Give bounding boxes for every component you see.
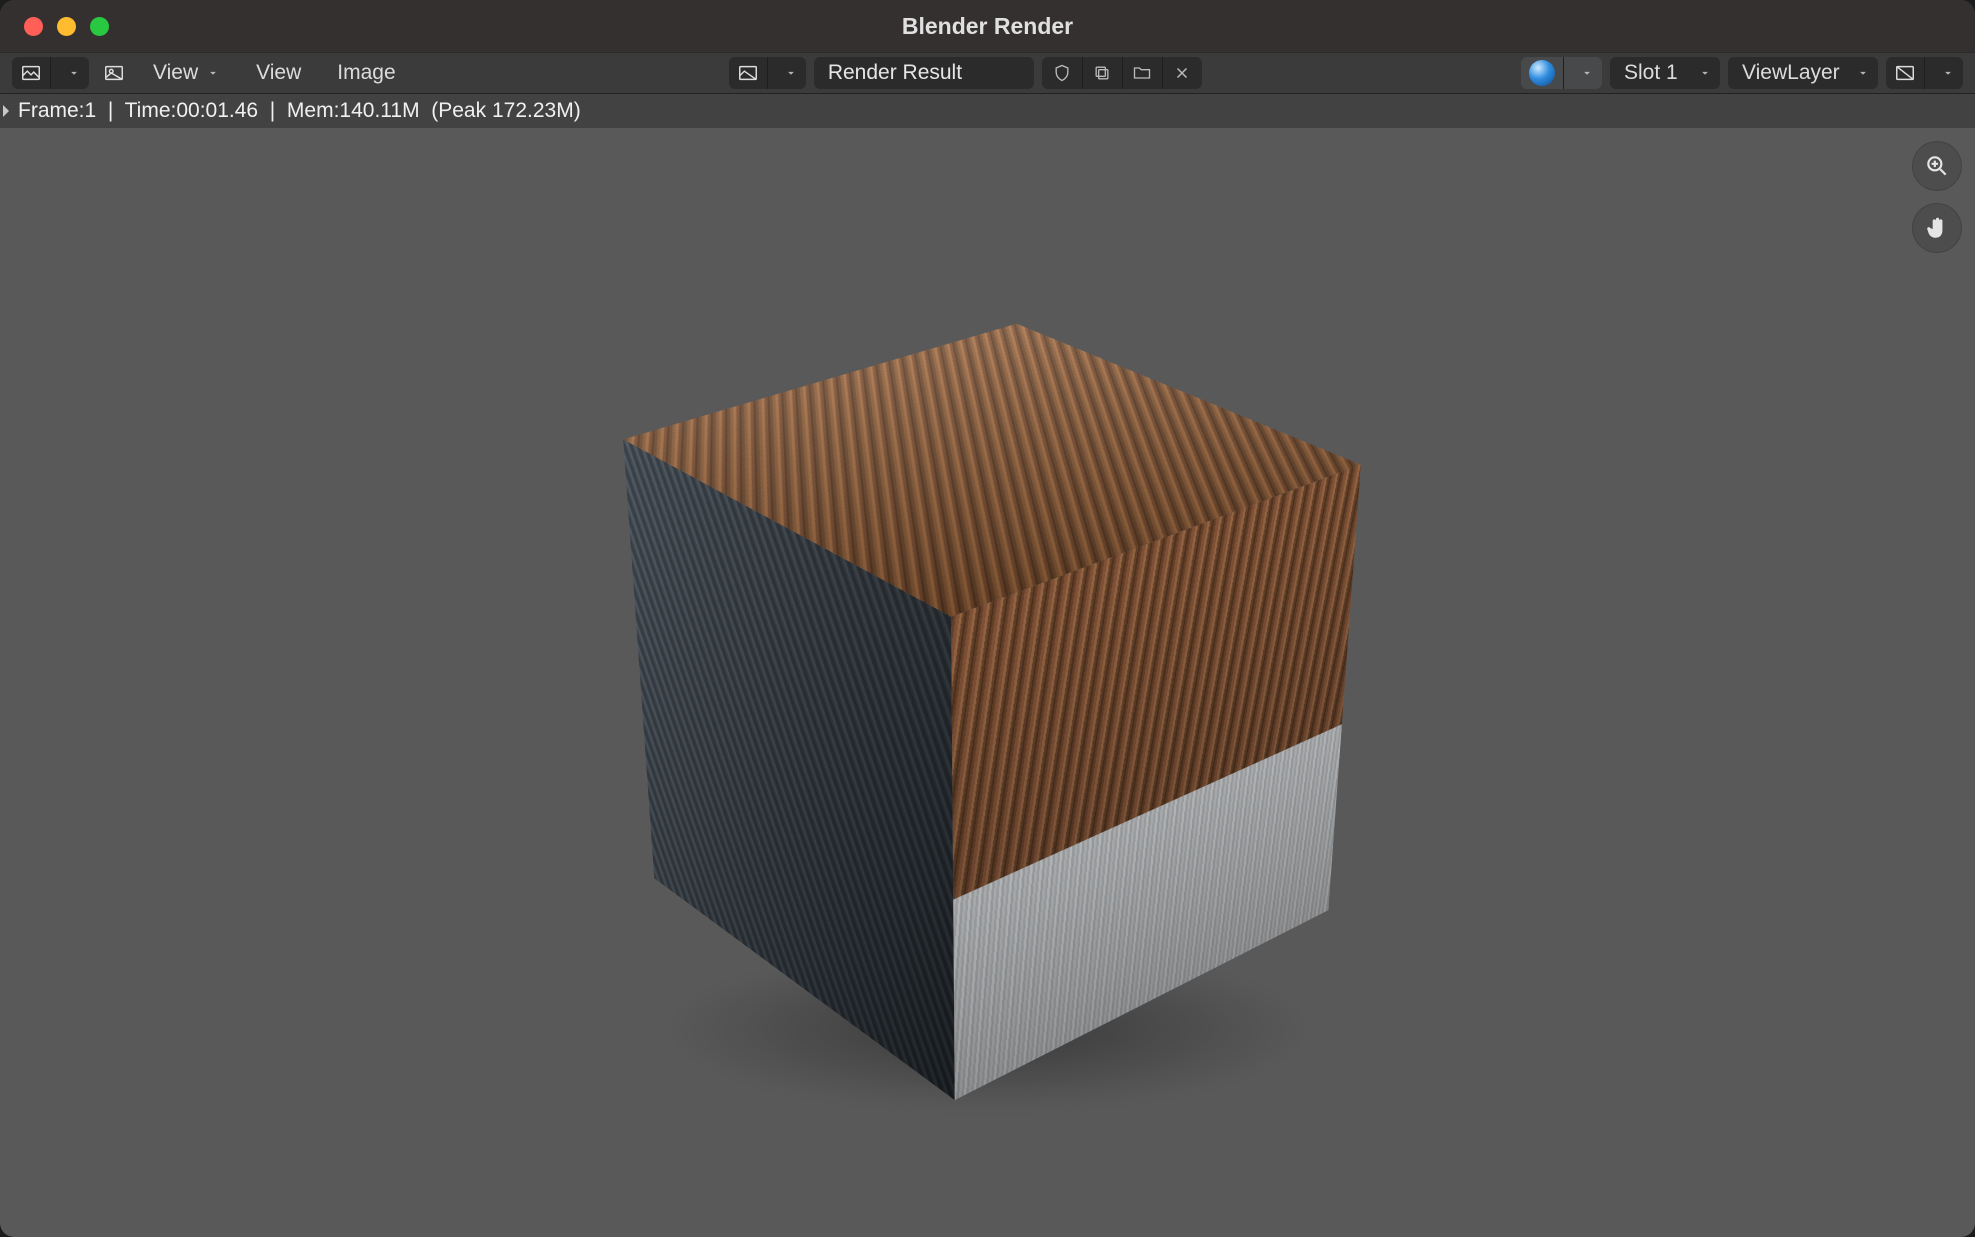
- editor-type-dropdown[interactable]: [12, 57, 89, 89]
- menu-view-2-label: View: [256, 61, 301, 85]
- image-browse-icon: [737, 62, 759, 84]
- window-maximize-button[interactable]: [90, 17, 109, 36]
- image-editor-icon: [20, 62, 42, 84]
- slot-dropdown[interactable]: Slot 1: [1610, 57, 1720, 89]
- display-channels-icon: [1894, 62, 1916, 84]
- render-viewport[interactable]: [0, 128, 1975, 1237]
- chevron-down-icon: [1580, 66, 1594, 80]
- copy-icon: [1092, 63, 1112, 83]
- render-result: [738, 433, 1238, 933]
- close-icon: [1173, 64, 1191, 82]
- window-close-button[interactable]: [24, 17, 43, 36]
- rendered-cube: [775, 389, 1177, 981]
- toolbar-toggle[interactable]: [0, 98, 11, 124]
- unlink-button[interactable]: [1162, 57, 1202, 89]
- image-datablock-buttons: [1042, 57, 1202, 89]
- chevron-down-icon: [1941, 66, 1955, 80]
- image-name-field[interactable]: Render Result: [814, 57, 1034, 89]
- status-text: Frame:1 | Time:00:01.46 | Mem:140.11M (P…: [18, 99, 581, 123]
- chevron-down-icon: [67, 66, 81, 80]
- viewport-float-controls: [1913, 142, 1961, 252]
- image-mode-icon[interactable]: [97, 57, 131, 89]
- fake-user-button[interactable]: [1042, 57, 1082, 89]
- image-name-value: Render Result: [828, 61, 962, 85]
- window-controls: [24, 17, 109, 36]
- chevron-down-icon: [206, 66, 220, 80]
- menu-view-label: View: [153, 61, 198, 85]
- pan-button[interactable]: [1913, 204, 1961, 252]
- image-browse-dropdown[interactable]: [729, 57, 806, 89]
- display-channels-dropdown[interactable]: [1886, 57, 1963, 89]
- menu-view-2[interactable]: View: [242, 57, 315, 89]
- layer-value: ViewLayer: [1742, 61, 1840, 85]
- window-minimize-button[interactable]: [57, 17, 76, 36]
- zoom-button[interactable]: [1913, 142, 1961, 190]
- image-editor-header: View View Image Render Result: [0, 52, 1975, 94]
- layer-dropdown[interactable]: ViewLayer: [1728, 57, 1878, 89]
- pan-hand-icon: [1924, 215, 1950, 241]
- shield-icon: [1052, 63, 1072, 83]
- shading-dropdown[interactable]: [1521, 57, 1602, 89]
- render-preview-sphere-icon: [1529, 60, 1555, 86]
- titlebar: Blender Render: [0, 0, 1975, 52]
- chevron-down-icon: [1698, 66, 1712, 80]
- menu-image-label: Image: [337, 61, 395, 85]
- chevron-down-icon: [1856, 66, 1870, 80]
- duplicate-button[interactable]: [1082, 57, 1122, 89]
- slot-value: Slot 1: [1624, 61, 1678, 85]
- zoom-icon: [1924, 153, 1950, 179]
- window-title: Blender Render: [0, 13, 1975, 40]
- open-button[interactable]: [1122, 57, 1162, 89]
- folder-icon: [1132, 63, 1152, 83]
- chevron-down-icon: [784, 66, 798, 80]
- render-status-bar: Frame:1 | Time:00:01.46 | Mem:140.11M (P…: [0, 94, 1975, 128]
- menu-view[interactable]: View: [139, 57, 234, 89]
- menu-image[interactable]: Image: [323, 57, 409, 89]
